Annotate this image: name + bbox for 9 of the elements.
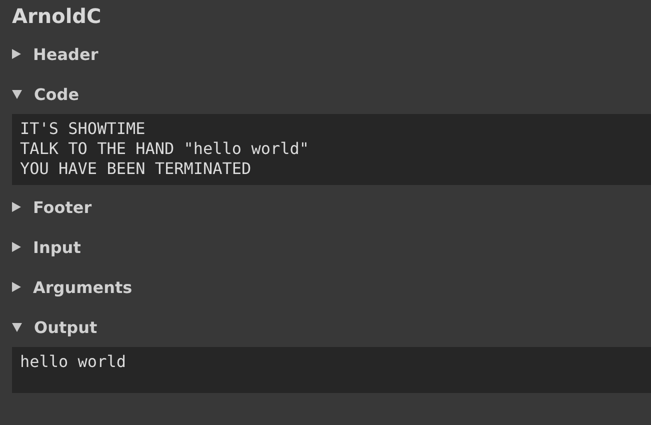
- section-toggle[interactable]: Footer: [33, 198, 92, 216]
- output-box: hello world: [12, 347, 651, 393]
- section-toggle[interactable]: Code: [34, 84, 80, 104]
- section-toggle[interactable]: Output: [34, 318, 98, 336]
- section-toggle[interactable]: Header: [33, 44, 98, 64]
- page-title: ArnoldC: [12, 3, 102, 30]
- section-toggle[interactable]: Input: [33, 238, 81, 256]
- section-toggle[interactable]: Arguments: [33, 278, 132, 296]
- code-editor[interactable]: IT'S SHOWTIME TALK TO THE HAND "hello world" YOU HAVE BEEN TERMINATED: [12, 114, 651, 185]
